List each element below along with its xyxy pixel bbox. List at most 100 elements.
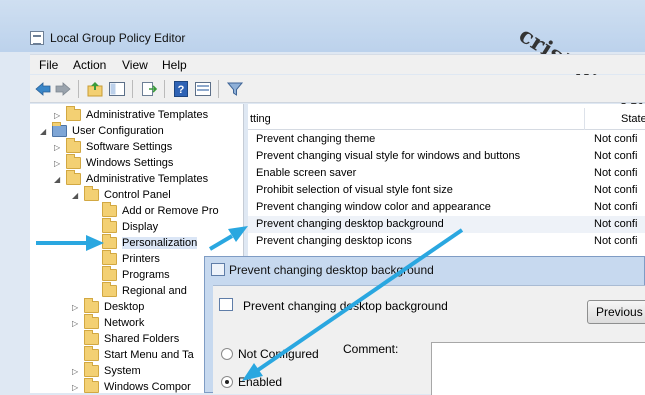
setting-state: Not confi [594, 218, 638, 230]
expander-icon[interactable] [90, 255, 98, 264]
setting-name: Prevent changing visual style for window… [256, 150, 521, 162]
setting-row[interactable]: Prohibit selection of visual style font … [248, 182, 645, 199]
filter-icon[interactable] [226, 80, 244, 98]
svg-text:?: ? [178, 84, 185, 96]
expander-icon[interactable] [90, 271, 98, 280]
expander-icon[interactable] [90, 239, 98, 248]
expander-icon[interactable]: ▷ [54, 111, 62, 120]
setting-name: Prevent changing window color and appear… [256, 201, 491, 213]
setting-row[interactable]: Prevent changing theme Not confi [248, 131, 645, 148]
expander-icon[interactable]: ▷ [54, 159, 62, 168]
folder-icon [66, 154, 81, 169]
title-bar: Local Group Policy Editor cristianls.ro [0, 0, 645, 127]
folder-icon [84, 378, 99, 393]
folder-icon [102, 250, 117, 265]
toolbar: ? [30, 75, 645, 103]
expander-icon[interactable]: ◢ [72, 191, 80, 200]
folder-icon [102, 282, 117, 297]
setting-row[interactable]: Prevent changing desktop background Not c… [248, 216, 645, 233]
policy-editor-icon [30, 31, 44, 45]
folder-icon [102, 234, 117, 249]
setting-name: Prevent changing desktop background [256, 218, 444, 230]
setting-name: Prohibit selection of visual style font … [256, 184, 453, 196]
radio-button[interactable] [221, 348, 233, 360]
column-divider[interactable] [584, 108, 585, 130]
toolbar-separator [218, 80, 219, 98]
setting-name: Prevent changing theme [256, 133, 376, 145]
column-setting[interactable]: tting [250, 113, 271, 125]
radio-label: Not Configured [238, 347, 319, 361]
folder-icon [84, 362, 99, 377]
tree-node-label: Windows Settings [86, 157, 174, 169]
policy-setting-icon [219, 298, 233, 311]
dialog-body: Prevent changing desktop background Prev… [213, 285, 645, 395]
tree-node-label: Software Settings [86, 141, 173, 153]
setting-state: Not confi [594, 235, 638, 247]
menu-file[interactable]: File [39, 58, 58, 72]
setting-state: Not confi [594, 167, 638, 179]
comment-label: Comment: [343, 342, 399, 356]
radio-button[interactable] [221, 376, 233, 388]
expander-icon[interactable] [90, 223, 98, 232]
expander-icon[interactable] [72, 351, 80, 360]
tree-node-label: Administrative Templates [86, 173, 209, 185]
tree-node-label: Display [122, 221, 159, 233]
toolbar-separator [132, 80, 133, 98]
folder-icon [84, 346, 99, 361]
setting-row[interactable]: Enable screen saver Not confi [248, 165, 645, 182]
expander-icon[interactable]: ▷ [72, 319, 80, 328]
dialog-title: Prevent changing desktop background [229, 263, 434, 277]
dialog-heading: Prevent changing desktop background [243, 299, 448, 313]
setting-state: Not confi [594, 201, 638, 213]
folder-icon [102, 202, 117, 217]
expander-icon[interactable] [72, 335, 80, 344]
forward-arrow-icon[interactable] [54, 80, 72, 98]
previous-setting-button[interactable]: Previous S [587, 300, 645, 324]
properties-icon[interactable] [194, 80, 212, 98]
setting-name: Enable screen saver [256, 167, 357, 179]
export-list-icon[interactable] [140, 80, 158, 98]
tree-node-label: Personalization [122, 237, 198, 249]
expander-icon[interactable]: ▷ [72, 367, 80, 376]
folder-icon [66, 170, 81, 185]
policy-setting-icon [211, 263, 225, 276]
tree-node-label: Administrative Templates [86, 109, 209, 121]
setting-state: Not confi [594, 133, 638, 145]
expander-icon[interactable]: ◢ [54, 175, 62, 184]
folder-icon [102, 218, 117, 233]
setting-name: Prevent changing desktop icons [256, 235, 412, 247]
user-config-icon [52, 122, 67, 137]
column-header: tting State [248, 108, 645, 130]
expander-icon[interactable] [90, 207, 98, 216]
column-state[interactable]: State [621, 113, 645, 125]
tree-node-label: Desktop [104, 301, 145, 313]
menu-bar: File Action View Help [30, 54, 645, 74]
menu-action[interactable]: Action [73, 58, 106, 72]
toolbar-separator [164, 80, 165, 98]
folder-icon [84, 314, 99, 329]
show-hide-tree-icon[interactable] [108, 80, 126, 98]
folder-icon [102, 266, 117, 281]
toolbar-separator [78, 80, 79, 98]
setting-row[interactable]: Prevent changing window color and appear… [248, 199, 645, 216]
expander-icon[interactable]: ▷ [54, 143, 62, 152]
up-folder-icon[interactable] [86, 80, 104, 98]
tree-node-label: System [104, 365, 141, 377]
menu-help[interactable]: Help [162, 58, 187, 72]
menu-view[interactable]: View [122, 58, 148, 72]
folder-icon [66, 106, 81, 121]
comment-textarea[interactable] [431, 342, 645, 395]
window-title: Local Group Policy Editor [50, 31, 186, 45]
expander-icon[interactable]: ▷ [72, 383, 80, 392]
setting-row[interactable]: Prevent changing desktop icons Not confi [248, 233, 645, 250]
expander-icon[interactable] [90, 287, 98, 296]
setting-state: Not confi [594, 150, 638, 162]
tree-node-label: Add or Remove Pro [122, 205, 219, 217]
folder-icon [66, 138, 81, 153]
expander-icon[interactable]: ◢ [40, 127, 48, 136]
back-arrow-icon[interactable] [34, 80, 52, 98]
expander-icon[interactable]: ▷ [72, 303, 80, 312]
setting-row[interactable]: Prevent changing visual style for window… [248, 148, 645, 165]
setting-state: Not confi [594, 184, 638, 196]
help-icon[interactable]: ? [172, 80, 190, 98]
